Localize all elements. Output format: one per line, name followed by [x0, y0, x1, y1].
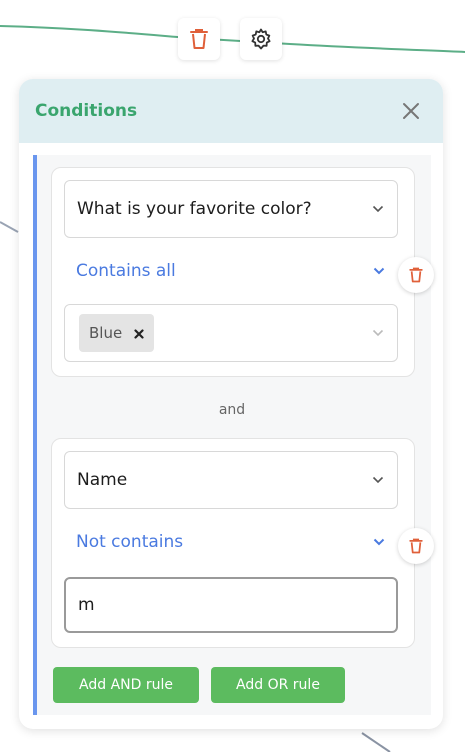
- operator-select[interactable]: Contains all: [76, 256, 386, 286]
- values-multiselect[interactable]: Blue: [64, 304, 398, 362]
- close-icon: [403, 103, 419, 119]
- question-select[interactable]: What is your favorite color?: [64, 180, 398, 238]
- rule-group: What is your favorite color? Contains al…: [33, 155, 434, 715]
- delete-rule-button[interactable]: [398, 257, 434, 293]
- add-or-rule-button[interactable]: Add OR rule: [211, 667, 345, 703]
- trash-icon: [409, 267, 423, 283]
- remove-tag-button[interactable]: [134, 324, 144, 343]
- chevron-down-icon: [371, 202, 385, 216]
- connection-edge-faint: [0, 221, 19, 233]
- node-toolbar: [178, 18, 282, 60]
- rule-card: What is your favorite color? Contains al…: [51, 167, 415, 377]
- panel-header: Conditions: [19, 79, 443, 143]
- chevron-down-icon: [372, 535, 386, 549]
- conditions-panel: Conditions What is your favorite color? …: [19, 79, 443, 729]
- panel-title: Conditions: [35, 101, 138, 121]
- add-and-rule-button[interactable]: Add AND rule: [53, 667, 199, 703]
- question-select[interactable]: Name: [64, 451, 398, 509]
- rule-card: Name Not contains m: [51, 438, 415, 648]
- connection-edge-faint: [361, 732, 391, 752]
- value-tag-label: Blue: [89, 324, 123, 342]
- close-button[interactable]: [399, 99, 423, 123]
- question-select-value: What is your favorite color?: [77, 199, 312, 219]
- chevron-down-icon: [371, 326, 385, 340]
- settings-button[interactable]: [240, 18, 282, 60]
- delete-node-button[interactable]: [178, 18, 220, 60]
- operator-select-value: Contains all: [76, 261, 176, 281]
- chevron-down-icon: [372, 264, 386, 278]
- operator-select-value: Not contains: [76, 532, 184, 552]
- x-icon: [134, 328, 144, 339]
- rule-joiner: and: [218, 402, 246, 418]
- question-select-value: Name: [77, 470, 128, 490]
- value-input[interactable]: m: [64, 577, 398, 633]
- value-tag: Blue: [79, 314, 155, 352]
- chevron-down-icon: [371, 473, 385, 487]
- operator-select[interactable]: Not contains: [76, 527, 386, 557]
- values-tags: Blue: [79, 314, 371, 352]
- trash-icon: [409, 538, 423, 554]
- delete-rule-button[interactable]: [398, 528, 434, 564]
- gear-icon: [251, 28, 271, 50]
- trash-icon: [190, 29, 208, 49]
